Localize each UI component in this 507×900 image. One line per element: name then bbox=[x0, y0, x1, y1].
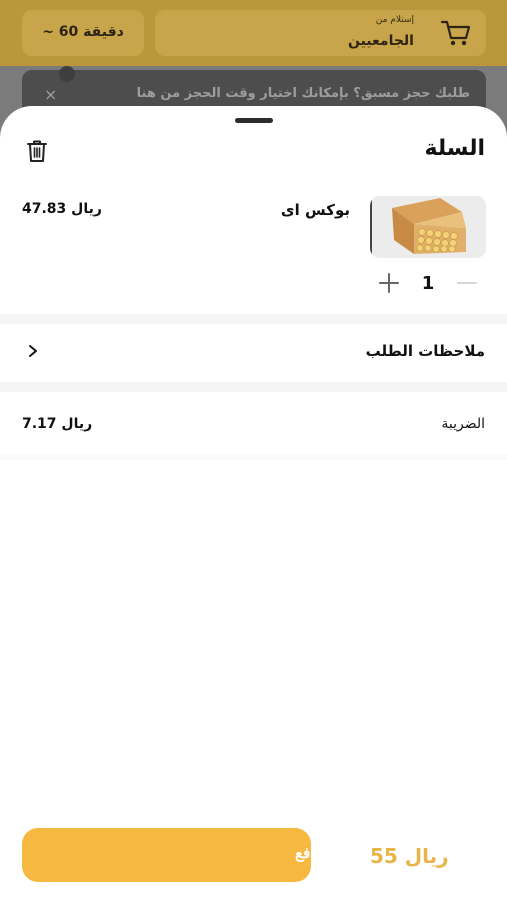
cart-sheet: السلة بوكس اى 47.83 ريال 1 ملاحظات الطلب… bbox=[0, 106, 507, 900]
cart-icon bbox=[440, 20, 471, 46]
pickup-small-label: إستلام من bbox=[375, 15, 414, 25]
cart-title: السلة bbox=[424, 136, 485, 161]
item-name: بوكس اى bbox=[280, 201, 350, 219]
sheet-drag-handle[interactable] bbox=[235, 118, 273, 123]
close-icon[interactable]: × bbox=[44, 85, 57, 104]
screen: ~ 60 دقيقة إستلام من الجامعيين طلبك حجز … bbox=[0, 0, 507, 900]
toast-indicator-dot bbox=[59, 66, 75, 82]
toast-message: طلبك حجز مسبق؟ بإمكانك اختيار وقت الحجز … bbox=[136, 86, 470, 101]
pickup-selector[interactable]: إستلام من الجامعيين bbox=[155, 10, 486, 56]
time-estimate: ~ 60 دقيقة bbox=[42, 24, 124, 40]
tax-label: الضريبة bbox=[441, 416, 485, 432]
divider bbox=[0, 314, 507, 324]
pastry-box-illustration bbox=[370, 196, 486, 258]
trash-icon[interactable] bbox=[24, 138, 50, 164]
divider bbox=[0, 382, 507, 392]
order-total: 55 ريال bbox=[370, 844, 449, 868]
pickup-location: الجامعيين bbox=[347, 33, 414, 49]
time-estimate-pill[interactable]: ~ 60 دقيقة bbox=[22, 10, 144, 56]
order-notes-label: ملاحظات الطلب bbox=[365, 342, 485, 360]
quantity-value: 1 bbox=[421, 273, 435, 294]
tax-value: 7.17 ريال bbox=[22, 416, 93, 432]
item-image bbox=[370, 196, 486, 258]
header-bar: ~ 60 دقيقة إستلام من الجامعيين bbox=[0, 0, 507, 66]
item-price: 47.83 ريال bbox=[22, 201, 102, 217]
divider bbox=[0, 454, 507, 460]
minus-icon[interactable] bbox=[456, 272, 478, 294]
chevron-right-icon bbox=[29, 345, 37, 357]
plus-icon[interactable] bbox=[378, 272, 400, 294]
order-notes-row[interactable]: ملاحظات الطلب bbox=[0, 324, 507, 380]
pay-button[interactable]: الدفع bbox=[22, 828, 327, 882]
